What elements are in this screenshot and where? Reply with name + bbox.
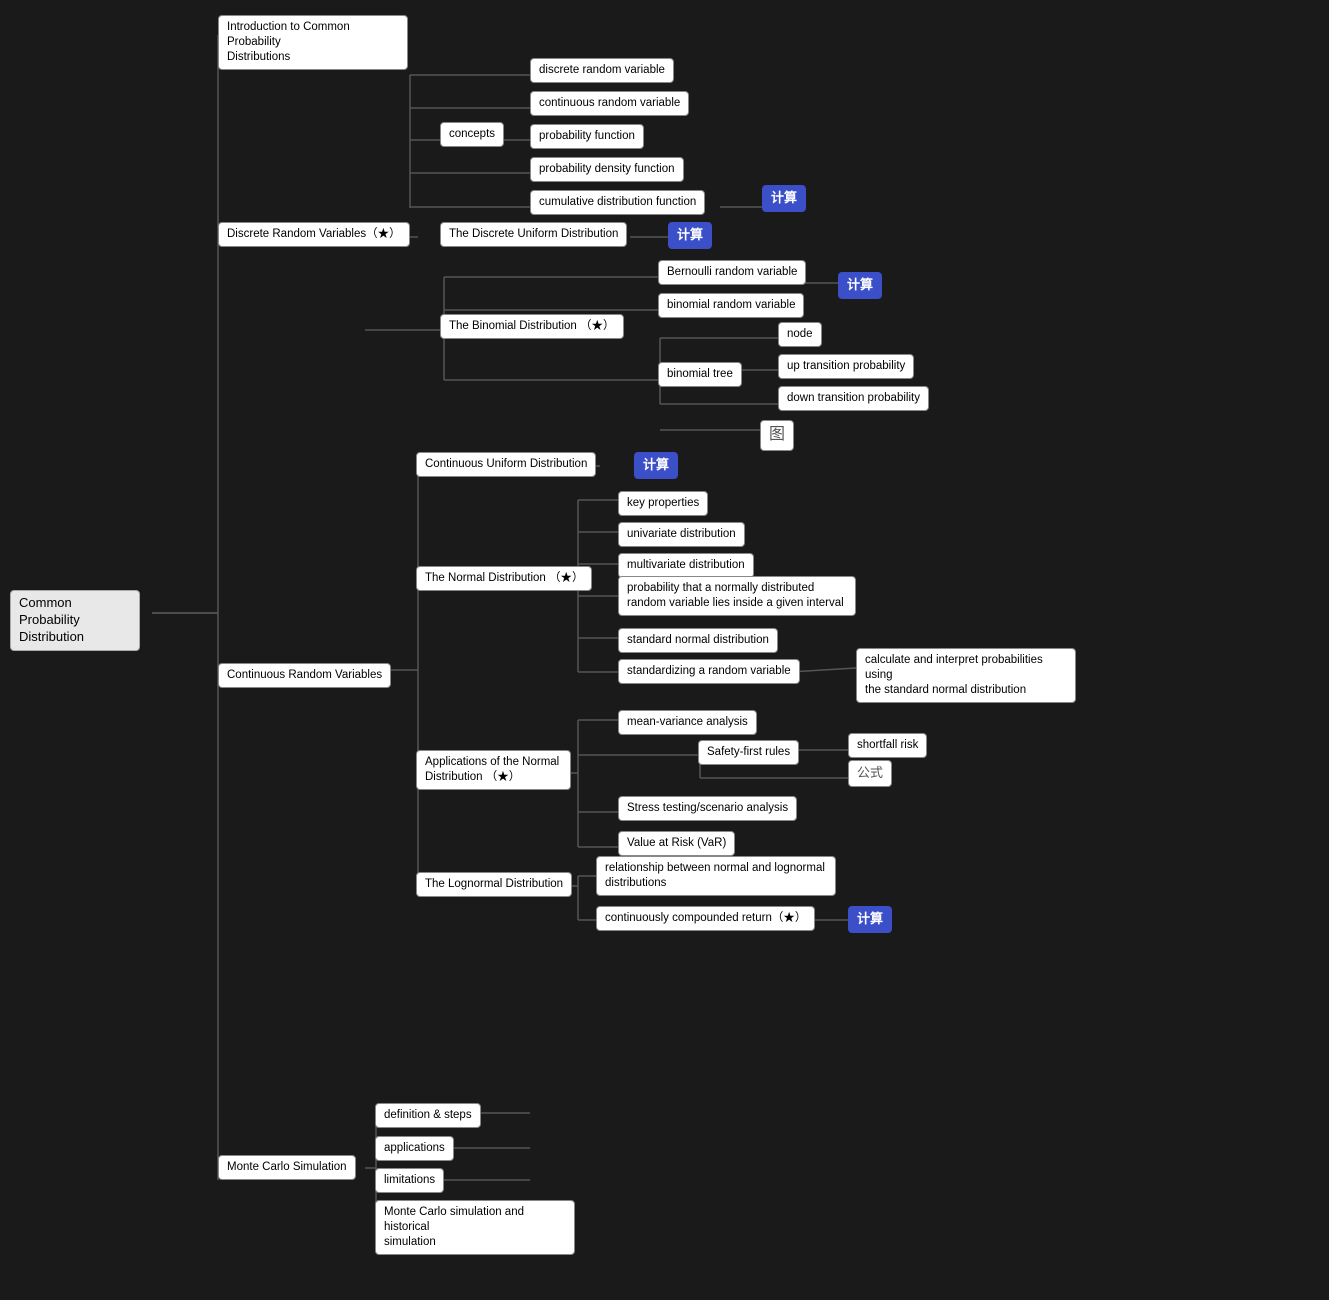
standardizing-node: standardizing a random variable <box>618 659 800 684</box>
continuous-rv-item-node: continuous random variable <box>530 91 689 116</box>
binomial-dist-node: The Binomial Distribution （★） <box>440 314 624 339</box>
monte-carlo-node: Monte Carlo Simulation <box>218 1155 356 1180</box>
shortfall-risk-node: shortfall risk <box>848 733 927 758</box>
prob-density-node: probability density function <box>530 157 684 182</box>
up-transition-node: up transition probability <box>778 354 914 379</box>
applications-node: applications <box>375 1136 454 1161</box>
binomial-tree-node: binomial tree <box>658 362 742 387</box>
def-steps-node: definition & steps <box>375 1103 481 1128</box>
univariate-node: univariate distribution <box>618 522 745 547</box>
calc-badge-1[interactable]: 计算 <box>762 185 806 212</box>
mc-historical-node: Monte Carlo simulation and historicalsim… <box>375 1200 575 1255</box>
node-item-node: node <box>778 322 822 347</box>
multivariate-node: multivariate distribution <box>618 553 754 578</box>
prob-interval-node: probability that a normally distributedr… <box>618 576 856 616</box>
safety-first-node: Safety-first rules <box>698 740 799 765</box>
key-props-node: key properties <box>618 491 708 516</box>
binomial-rv-node: binomial random variable <box>658 293 804 318</box>
mean-variance-node: mean-variance analysis <box>618 710 757 735</box>
normal-dist-node: The Normal Distribution （★） <box>416 566 592 591</box>
discrete-rv-item-node: discrete random variable <box>530 58 674 83</box>
root-node: Common Probability Distribution <box>10 590 140 651</box>
figure-node: 图 <box>760 420 794 451</box>
bernoulli-node: Bernoulli random variable <box>658 260 806 285</box>
calc-badge-4[interactable]: 计算 <box>634 452 678 479</box>
std-normal-node: standard normal distribution <box>618 628 778 653</box>
cont-compounded-node: continuously compounded return（★） <box>596 906 815 931</box>
calc-badge-5[interactable]: 计算 <box>848 906 892 933</box>
var-node: Value at Risk (VaR) <box>618 831 735 856</box>
mind-map-container: Common Probability Distribution Introduc… <box>0 0 1329 1300</box>
stress-testing-node: Stress testing/scenario analysis <box>618 796 797 821</box>
apps-normal-node: Applications of the Normal Distribution … <box>416 750 571 790</box>
continuous-rv-node: Continuous Random Variables <box>218 663 391 688</box>
rel-normal-log-node: relationship between normal and lognorma… <box>596 856 836 896</box>
calc-badge-3[interactable]: 计算 <box>838 272 882 299</box>
discrete-uniform-node: The Discrete Uniform Distribution <box>440 222 627 247</box>
formula-node: 公式 <box>848 760 892 787</box>
concepts-node: concepts <box>440 122 504 147</box>
continuous-uniform-node: Continuous Uniform Distribution <box>416 452 596 477</box>
calc-badge-2[interactable]: 计算 <box>668 222 712 249</box>
down-transition-node: down transition probability <box>778 386 929 411</box>
lognormal-node: The Lognormal Distribution <box>416 872 572 897</box>
cumulative-dist-node: cumulative distribution function <box>530 190 705 215</box>
intro-node: Introduction to Common ProbabilityDistri… <box>218 15 408 70</box>
limitations-node: limitations <box>375 1168 444 1193</box>
calc-interpret-node: calculate and interpret probabilities us… <box>856 648 1076 703</box>
discrete-rv-node: Discrete Random Variables（★） <box>218 222 410 247</box>
prob-func-node: probability function <box>530 124 644 149</box>
